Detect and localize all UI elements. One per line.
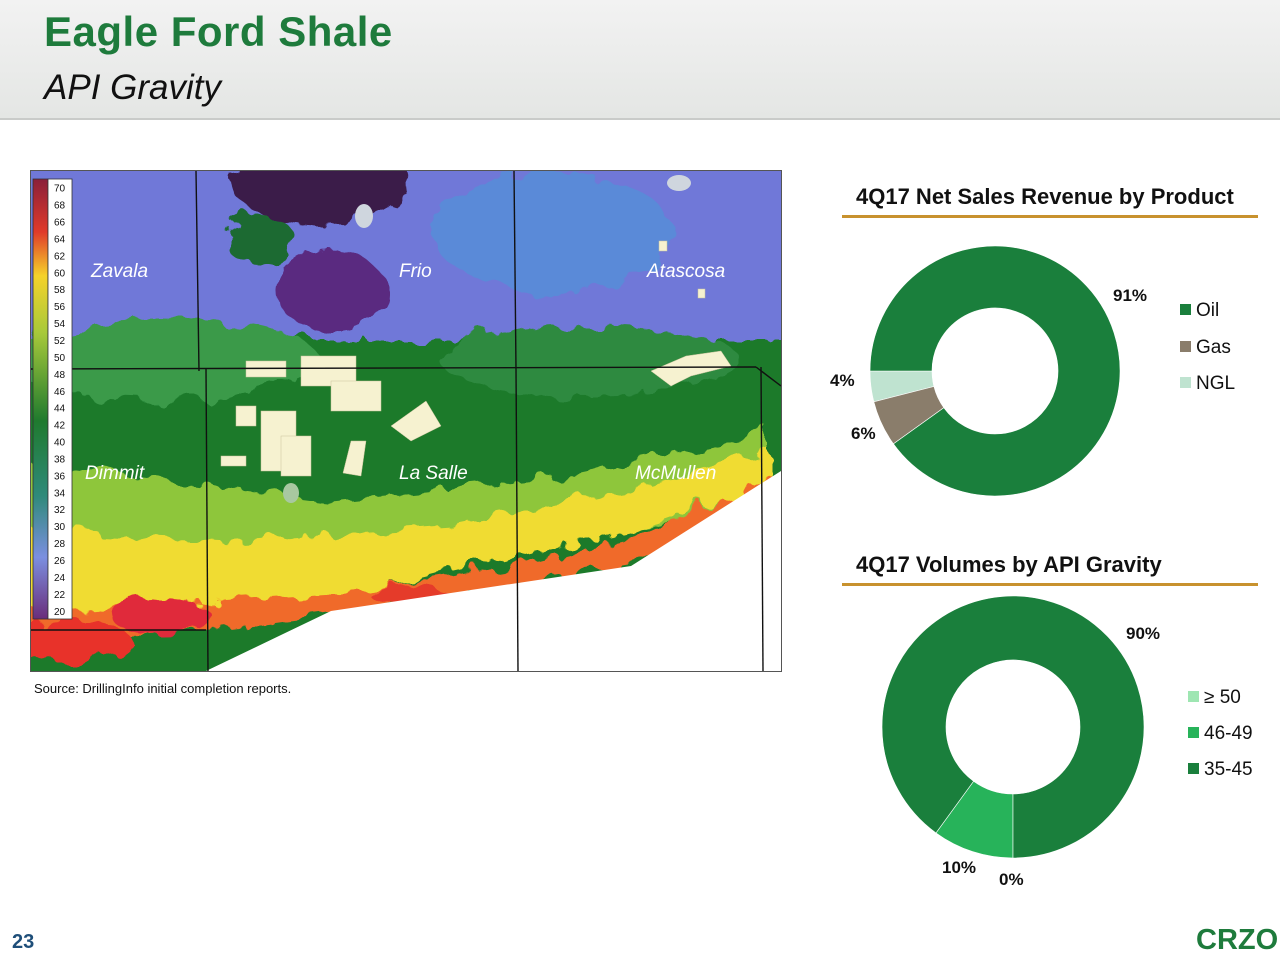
donut-slice-oil — [869, 245, 1121, 497]
scale-tick-label: 36 — [54, 471, 66, 482]
legend-label: Gas — [1196, 337, 1231, 358]
slide-header: Eagle Ford Shale API Gravity — [0, 0, 1280, 120]
scale-tick-label: 28 — [54, 539, 66, 550]
donut-slice-35-45 — [881, 595, 1145, 859]
scale-tick-label: 46 — [54, 387, 66, 398]
scale-tick-label: 50 — [54, 353, 66, 364]
data-label-46-49: 10% — [942, 858, 977, 877]
legend-swatch — [1188, 727, 1199, 738]
county-label: Zavala — [91, 261, 149, 282]
volumes-donut-chart — [881, 595, 1145, 859]
heat-map-image: 70 68 66 64 62 60 58 56 54 52 50 48 46 44 42 40 38 36 34 32… — [31, 171, 781, 671]
section-rule — [842, 215, 1258, 218]
legend-swatch — [1188, 763, 1199, 774]
scale-tick-label: 52 — [54, 336, 66, 347]
scale-tick-label: 26 — [54, 556, 66, 567]
data-label-gas: 6% — [851, 424, 876, 443]
data-label-ngl: 4% — [830, 371, 855, 390]
scale-tick-label: 68 — [54, 201, 66, 212]
scale-tick-label: 30 — [54, 522, 66, 533]
scale-tick-label: 70 — [54, 184, 66, 195]
county-label: Atascosa — [647, 261, 726, 282]
company-logo: CRZO — [1196, 924, 1279, 956]
county-label: Dimmit — [85, 463, 145, 484]
scale-tick-label: 34 — [54, 488, 66, 499]
scale-tick-label: 66 — [54, 218, 66, 229]
chart-title-volumes: 4Q17 Volumes by API Gravity — [856, 552, 1162, 577]
data-label-oil: 91% — [1113, 286, 1148, 305]
county-label: Frio — [399, 261, 432, 282]
scale-tick-label: 64 — [54, 234, 66, 245]
county-label: La Salle — [399, 463, 468, 484]
legend-label: 46-49 — [1204, 723, 1253, 744]
scale-tick-label: 32 — [54, 505, 66, 516]
scale-tick-label: 54 — [54, 319, 66, 330]
section-rule — [842, 583, 1258, 586]
slide-subtitle: API Gravity — [44, 68, 221, 107]
api-gravity-map: 70 68 66 64 62 60 58 56 54 52 50 48 46 44 42 40 38 36 34 32… — [30, 170, 782, 672]
source-note: Source: DrillingInfo initial completion … — [34, 681, 292, 696]
data-label-50: 0% — [999, 870, 1024, 889]
data-label-35-45: 90% — [1126, 624, 1161, 643]
scale-tick-label: 44 — [54, 404, 66, 415]
scale-tick-label: 22 — [54, 590, 66, 601]
legend-item-35-45: 35-45 — [1188, 759, 1253, 781]
scale-tick-label: 40 — [54, 438, 66, 449]
scale-tick-label: 42 — [54, 421, 66, 432]
legend-label: 35-45 — [1204, 759, 1253, 780]
legend-item-oil: Oil — [1180, 300, 1219, 322]
scale-tick-label: 38 — [54, 454, 66, 465]
legend-item-ngl: NGL — [1180, 373, 1235, 395]
scale-tick-label: 56 — [54, 302, 66, 313]
scale-tick-label: 58 — [54, 285, 66, 296]
page-number: 23 — [12, 931, 35, 953]
legend-label: ≥ 50 — [1204, 687, 1241, 708]
county-label: McMullen — [635, 463, 717, 484]
scale-tick-label: 62 — [54, 251, 66, 262]
scale-tick-label: 20 — [54, 607, 66, 618]
scale-tick-label: 24 — [54, 573, 66, 584]
legend-swatch — [1180, 341, 1191, 352]
scale-tick-label: 48 — [54, 370, 66, 381]
slide-title: Eagle Ford Shale — [44, 8, 393, 55]
legend-swatch — [1180, 304, 1191, 315]
legend-swatch — [1188, 691, 1199, 702]
scale-tick-label: 60 — [54, 268, 66, 279]
legend-item-46-49: 46-49 — [1188, 723, 1253, 745]
chart-title-revenue: 4Q17 Net Sales Revenue by Product — [856, 184, 1234, 209]
legend-item-50: ≥ 50 — [1188, 687, 1241, 709]
legend-swatch — [1180, 377, 1191, 388]
legend-label: Oil — [1196, 300, 1220, 321]
legend-label: NGL — [1196, 373, 1236, 394]
legend-item-gas: Gas — [1180, 337, 1231, 359]
revenue-donut-chart — [869, 245, 1121, 497]
